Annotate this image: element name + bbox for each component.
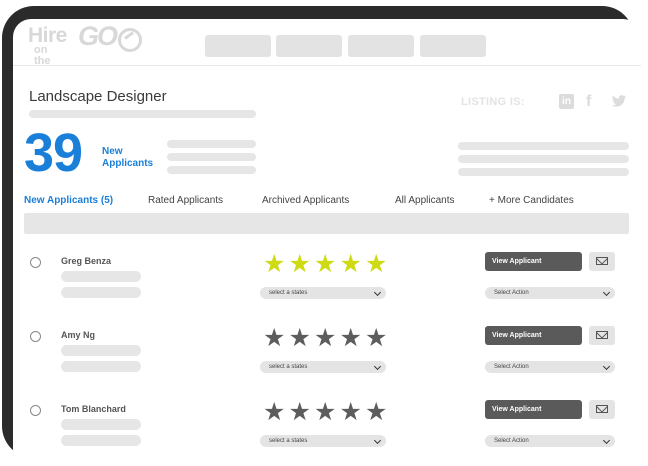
stats-placeholder-line-1 <box>167 140 256 148</box>
star-rating[interactable]: ★ ★ ★ ★ ★ <box>261 400 389 425</box>
tab-new-applicants[interactable]: New Applicants (5) <box>24 195 113 206</box>
applicant-detail-placeholder-2 <box>61 435 141 446</box>
star-icon[interactable]: ★ <box>312 252 338 277</box>
applicant-detail-placeholder-2 <box>61 287 141 298</box>
twitter-icon[interactable] <box>610 95 628 108</box>
action-select[interactable]: Select Action <box>485 287 615 299</box>
email-button[interactable] <box>589 252 615 271</box>
new-applicants-label: New Applicants <box>102 146 153 170</box>
tab-rated-applicants[interactable]: Rated Applicants <box>148 195 223 206</box>
star-icon[interactable]: ★ <box>287 326 313 351</box>
applicant-name[interactable]: Tom Blanchard <box>61 404 126 414</box>
star-icon[interactable]: ★ <box>261 326 287 351</box>
tab-archived-applicants[interactable]: Archived Applicants <box>262 195 349 206</box>
star-icon[interactable]: ★ <box>261 400 287 425</box>
applicant-name[interactable]: Amy Ng <box>61 330 95 340</box>
star-icon[interactable]: ★ <box>338 400 364 425</box>
listing-placeholder-line-2 <box>458 155 629 163</box>
applicant-tabs: New Applicants (5) Rated Applicants Arch… <box>13 195 641 211</box>
star-rating[interactable]: ★ ★ ★ ★ ★ <box>261 326 389 351</box>
applicant-row: Greg Benza ★ ★ ★ ★ ★ select a states View Ap… <box>13 250 641 314</box>
applicant-detail-placeholder-1 <box>61 419 141 430</box>
status-select-placeholder: select a states <box>269 290 308 296</box>
action-select[interactable]: Select Action <box>485 361 615 373</box>
stats-placeholder-line-3 <box>167 166 256 174</box>
status-select[interactable]: select a states <box>260 435 386 447</box>
chevron-down-icon <box>602 362 611 371</box>
email-button[interactable] <box>589 326 615 345</box>
action-select-placeholder: Select Action <box>494 438 529 444</box>
job-subtitle-placeholder <box>29 110 256 118</box>
select-applicant-radio[interactable] <box>30 405 41 416</box>
facebook-icon[interactable]: f <box>586 93 591 111</box>
count-label-line-1: New <box>102 146 123 157</box>
count-label-line-2: Applicants <box>102 158 154 169</box>
tab-all-applicants[interactable]: All Applicants <box>395 195 454 206</box>
action-select[interactable]: Select Action <box>485 435 615 447</box>
star-icon[interactable]: ★ <box>287 252 313 277</box>
status-select-placeholder: select a states <box>269 364 308 370</box>
app-screen: Hire on the GO Landscape Designer LISTIN… <box>13 19 641 463</box>
listing-status-label: LISTING IS: <box>461 96 525 108</box>
view-applicant-button[interactable]: View Applicant <box>485 326 582 345</box>
stats-placeholder-line-2 <box>167 153 256 161</box>
view-applicant-button[interactable]: View Applicant <box>485 400 582 419</box>
star-icon[interactable]: ★ <box>363 400 389 425</box>
status-select[interactable]: select a states <box>260 361 386 373</box>
applicant-row: Tom Blanchard ★ ★ ★ ★ ★ select a states View… <box>13 398 641 462</box>
select-applicant-radio[interactable] <box>30 257 41 268</box>
applicant-detail-placeholder-1 <box>61 345 141 356</box>
tab-more-candidates[interactable]: + More Candidates <box>489 195 574 206</box>
nav-item-2[interactable] <box>276 35 342 57</box>
nav-item-3[interactable] <box>348 35 414 57</box>
star-icon[interactable]: ★ <box>312 326 338 351</box>
star-rating[interactable]: ★ ★ ★ ★ ★ <box>261 252 389 277</box>
star-icon[interactable]: ★ <box>312 400 338 425</box>
listing-placeholder-line-3 <box>458 168 629 176</box>
listing-placeholder-line-1 <box>458 142 629 150</box>
chevron-down-icon <box>602 436 611 445</box>
chevron-down-icon <box>373 288 382 297</box>
nav-item-1[interactable] <box>205 35 271 57</box>
action-select-placeholder: Select Action <box>494 364 529 370</box>
logo-word-go: GO <box>78 21 118 51</box>
applicant-detail-placeholder-2 <box>61 361 141 372</box>
action-select-placeholder: Select Action <box>494 290 529 296</box>
chevron-down-icon <box>373 436 382 445</box>
status-select[interactable]: select a states <box>260 287 386 299</box>
new-applicants-count: 39 <box>24 123 83 183</box>
applicant-detail-placeholder-1 <box>61 271 141 282</box>
nav-item-4[interactable] <box>420 35 486 57</box>
star-icon[interactable]: ★ <box>363 326 389 351</box>
filter-bar <box>24 213 629 234</box>
job-title: Landscape Designer <box>29 88 167 105</box>
view-applicant-button[interactable]: View Applicant <box>485 252 582 271</box>
star-icon[interactable]: ★ <box>287 400 313 425</box>
star-icon[interactable]: ★ <box>338 326 364 351</box>
device-frame: Hire on the GO Landscape Designer LISTIN… <box>0 0 648 466</box>
status-select-placeholder: select a states <box>269 438 308 444</box>
chevron-down-icon <box>602 288 611 297</box>
hire-on-the-go-logo[interactable]: Hire on the GO <box>28 23 142 67</box>
applicant-row: Amy Ng ★ ★ ★ ★ ★ select a states View Applic… <box>13 324 641 388</box>
star-icon[interactable]: ★ <box>261 252 287 277</box>
top-navigation-bar: Hire on the GO <box>13 19 641 67</box>
chevron-down-icon <box>373 362 382 371</box>
select-applicant-radio[interactable] <box>30 331 41 342</box>
star-icon[interactable]: ★ <box>363 252 389 277</box>
logo-word-on-the: on the <box>34 44 51 67</box>
email-button[interactable] <box>589 400 615 419</box>
star-icon[interactable]: ★ <box>338 252 364 277</box>
applicant-name[interactable]: Greg Benza <box>61 256 111 266</box>
linkedin-icon[interactable]: in <box>559 94 574 109</box>
